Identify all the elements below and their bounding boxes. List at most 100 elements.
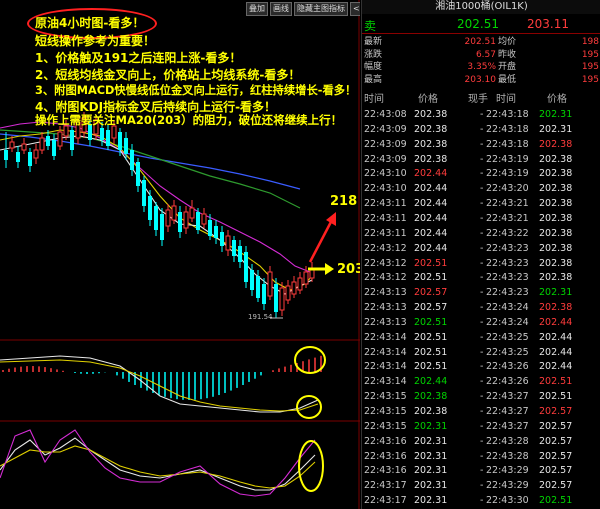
tick-separator: - <box>480 242 484 254</box>
macd-histogram <box>2 355 322 400</box>
tick-price-right: 202.38 <box>539 153 573 165</box>
sell-label: 卖 <box>364 19 377 33</box>
tick-separator: - <box>480 316 484 328</box>
tick-price-left: 202.44 <box>414 212 448 224</box>
candle-body <box>220 232 224 246</box>
tick-row: 22:43:17 202.31 -22:43:29 202.57 <box>362 479 600 493</box>
annotation-title: 原油4小时图-看多！ <box>35 16 145 30</box>
tick-separator: - <box>480 376 484 388</box>
candlestick-chart-area[interactable]: 叠加 画线 隐藏主图指标 < > 原油4小时图-看多！ 短线操作参考为重要！ 1… <box>0 0 360 509</box>
tick-time-right: 22:43:18 <box>486 109 529 120</box>
candle-body <box>238 246 242 262</box>
candle-body <box>4 150 8 160</box>
header-price-left: 价格 <box>418 94 438 105</box>
tick-row: 22:43:12 202.51 -22:43:23 202.38 <box>362 271 600 285</box>
tick-separator: - <box>480 153 484 165</box>
quote-key-right: 均价 <box>498 37 517 47</box>
tick-price-right: 202.51 <box>539 495 573 507</box>
tick-row: 22:43:13 202.51 -22:43:24 202.44 <box>362 316 600 330</box>
tick-price-right: 202.57 <box>539 450 573 462</box>
buy-price[interactable]: 203.11 <box>527 17 569 31</box>
tick-price-right: 202.38 <box>539 138 573 150</box>
candle-body <box>274 284 278 312</box>
tick-time-right: 22:43:23 <box>486 257 529 269</box>
tick-time-right: 22:43:18 <box>486 123 529 135</box>
tick-time-left: 22:43:10 <box>364 168 407 180</box>
candle-body <box>16 152 20 162</box>
candle-body <box>46 136 50 146</box>
tick-time-right: 22:43:30 <box>486 495 529 507</box>
candle-body <box>70 130 74 150</box>
tick-price-left: 202.57 <box>414 287 448 299</box>
tick-price-left: 202.31 <box>414 435 448 447</box>
candle-body <box>118 132 122 150</box>
tick-time-right: 22:43:21 <box>486 198 529 210</box>
tick-separator: - <box>480 465 484 477</box>
annotation-line-6: 操作上需要关注MA20(203）的阻力，破位还将继续上行！ <box>35 113 343 127</box>
candlestick-series <box>4 112 315 318</box>
candle-body <box>208 220 212 236</box>
chart-toolbar: 叠加 画线 隐藏主图指标 < > <box>246 2 360 16</box>
tick-row: 22:43:11 202.44 -22:43:21 202.38 <box>362 212 600 226</box>
tick-price-right: 202.44 <box>539 361 573 373</box>
candle-body <box>214 226 218 238</box>
tick-time-right: 22:43:23 <box>486 272 529 284</box>
draw-line-button[interactable]: 画线 <box>270 2 292 16</box>
tick-time-right: 22:43:26 <box>486 361 529 373</box>
tick-time-right: 22:43:26 <box>486 376 529 388</box>
tick-time-right: 22:43:25 <box>486 331 529 343</box>
candle-body <box>285 285 291 301</box>
tick-time-left: 22:43:12 <box>364 242 407 254</box>
tick-row: 22:43:12 202.51 -22:43:23 202.38 <box>362 257 600 271</box>
tick-price-left: 202.57 <box>414 302 448 314</box>
quote-value-left: 6.57 <box>475 49 496 60</box>
tick-separator: - <box>480 272 484 284</box>
tick-time-left: 22:43:09 <box>364 153 407 165</box>
tick-row: 22:43:15 202.31 -22:43:27 202.57 <box>362 420 600 434</box>
tick-price-left: 202.44 <box>414 376 448 388</box>
tick-time-right: 22:43:25 <box>486 346 529 358</box>
tick-row: 22:43:13 202.57 -22:43:23 202.31 <box>362 286 600 300</box>
macd-slow-line <box>0 359 319 412</box>
tick-time-left: 22:43:10 <box>364 183 407 195</box>
tick-separator: - <box>480 227 484 239</box>
prev-button[interactable]: < <box>350 2 360 16</box>
tick-time-right: 22:43:23 <box>486 242 529 254</box>
candle-body <box>171 205 177 221</box>
tick-price-left: 202.38 <box>414 153 448 165</box>
target-high-label: 218 <box>330 194 358 209</box>
tick-price-left: 202.44 <box>414 168 448 180</box>
overlay-button[interactable]: 叠加 <box>246 2 268 16</box>
tick-price-left: 202.44 <box>414 183 448 195</box>
quote-key-left: 最新 <box>364 37 383 47</box>
low-price-label: 191.54 <box>248 313 273 321</box>
tick-price-left: 202.31 <box>414 450 448 462</box>
sell-price[interactable]: 202.51 <box>457 17 499 31</box>
tick-price-right: 202.57 <box>539 406 573 417</box>
tick-time-left: 22:43:14 <box>364 361 407 373</box>
tick-price-left: 202.38 <box>414 406 448 417</box>
tick-separator: - <box>480 406 484 417</box>
tick-price-left: 202.31 <box>414 420 448 432</box>
quote-key-right: 开盘 <box>498 62 517 72</box>
tick-price-left: 202.38 <box>414 391 448 403</box>
tick-row: 22:43:14 202.51 -22:43:26 202.44 <box>362 360 600 374</box>
candle-body <box>183 211 189 229</box>
tick-separator: - <box>480 420 484 432</box>
tick-row: 22:43:11 202.44 -22:43:22 202.38 <box>362 227 600 241</box>
tick-time-left: 22:43:11 <box>364 198 407 210</box>
tick-time-right: 22:43:18 <box>486 138 529 150</box>
candle-body <box>136 162 140 186</box>
tick-separator: - <box>480 391 484 403</box>
tick-price-left: 202.51 <box>414 331 448 343</box>
bid-ask-row: 卖 202.51 203.11 <box>362 15 600 34</box>
tick-time-right: 22:43:19 <box>486 168 529 180</box>
ticks-header: 时间 价格 现手 时间 价格 <box>362 93 600 107</box>
tick-price-right: 202.31 <box>539 287 573 299</box>
tick-row: 22:43:15 202.38 -22:43:27 202.51 <box>362 390 600 404</box>
tick-time-left: 22:43:15 <box>364 420 407 432</box>
quote-key-right: 最低 <box>498 74 517 85</box>
hide-indicator-button[interactable]: 隐藏主图指标 <box>294 2 348 16</box>
quote-value-left: 202.51 <box>464 37 497 47</box>
tick-time-left: 22:43:14 <box>364 346 407 358</box>
